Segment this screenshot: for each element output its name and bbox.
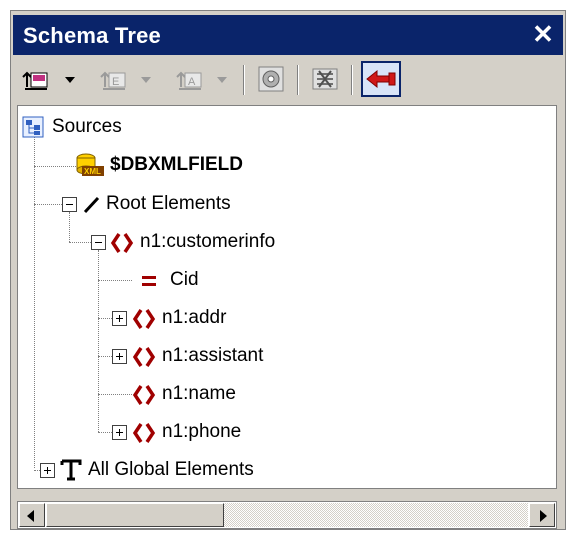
tree-connector	[69, 242, 91, 243]
expand-toggle[interactable]	[112, 311, 127, 326]
element-braces-icon	[132, 347, 156, 367]
expand-toggle[interactable]	[112, 425, 127, 440]
title-bar: Schema Tree ✕	[13, 15, 563, 55]
schema-tree-panel: Schema Tree ✕ E A Sources XML $DBXMLFIEL…	[10, 10, 566, 530]
panel-title: Schema Tree	[23, 23, 161, 48]
attribute-equals-icon	[142, 276, 156, 286]
tree-node-label: $DBXMLFIELD	[110, 154, 243, 175]
collapse-button[interactable]	[307, 61, 343, 97]
insert-source-button[interactable]	[17, 61, 85, 97]
xml-database-icon: XML	[76, 153, 104, 176]
settings-icon	[258, 66, 284, 92]
tree-node-label: n1:addr	[162, 307, 227, 328]
element-braces-icon	[110, 233, 134, 253]
tree-node-label: Sources	[52, 116, 122, 137]
element-braces-icon	[132, 385, 156, 405]
add-attribute-icon: A	[176, 71, 227, 90]
sources-tree-icon	[22, 116, 44, 138]
arrow-left-icon	[27, 510, 34, 522]
tree-node-label: n1:phone	[162, 421, 242, 442]
tree-node-label: n1:name	[162, 383, 236, 404]
collapse-toggle[interactable]	[62, 197, 77, 212]
back-arrow-icon	[366, 69, 396, 89]
toolbar-separator	[351, 65, 353, 95]
settings-button[interactable]	[253, 61, 289, 97]
svg-text:XML: XML	[84, 167, 101, 176]
scroll-left-button[interactable]	[19, 503, 45, 527]
tree-node-label: All Global Elements	[88, 459, 254, 480]
toolbar-separator	[297, 65, 299, 95]
tree-node-label: Cid	[170, 269, 199, 290]
tree-node-label: Root Elements	[106, 193, 231, 214]
insert-source-icon	[22, 71, 75, 90]
schema-tree[interactable]: Sources XML $DBXMLFIELD Root Elements n1…	[17, 105, 557, 489]
expand-toggle[interactable]	[40, 463, 55, 478]
element-braces-icon	[132, 423, 156, 443]
tree-connector	[34, 130, 35, 468]
svg-text:E: E	[112, 76, 119, 88]
tree-connector	[98, 394, 132, 395]
tree-connector	[98, 356, 112, 357]
expand-toggle[interactable]	[112, 349, 127, 364]
tree-node-label: n1:assistant	[162, 345, 264, 366]
tree-connector	[34, 204, 62, 205]
tree-connector	[98, 432, 112, 433]
tree-connector	[69, 212, 70, 242]
back-button[interactable]	[361, 61, 401, 97]
arrow-right-icon	[540, 510, 547, 522]
close-button[interactable]: ✕	[529, 19, 557, 49]
add-element-button[interactable]: E	[93, 61, 163, 97]
scroll-track[interactable]	[46, 503, 528, 527]
tree-connector	[34, 166, 76, 167]
element-braces-icon	[132, 309, 156, 329]
svg-text:A: A	[188, 76, 196, 88]
scroll-right-button[interactable]	[529, 503, 555, 527]
global-type-icon	[60, 459, 82, 481]
slash-root-icon	[83, 196, 100, 214]
horizontal-scrollbar[interactable]	[17, 501, 557, 529]
collapse-icon	[312, 68, 338, 90]
tree-node-label: n1:customerinfo	[140, 231, 276, 252]
add-element-icon: E	[100, 71, 151, 90]
add-attribute-button[interactable]: A	[169, 61, 239, 97]
toolbar-separator	[243, 65, 245, 95]
tree-connector	[98, 280, 132, 281]
collapse-toggle[interactable]	[91, 235, 106, 250]
tree-connector	[98, 318, 112, 319]
toolbar: E A	[13, 59, 563, 101]
scroll-thumb[interactable]	[46, 503, 224, 527]
tree-connector	[98, 250, 99, 432]
